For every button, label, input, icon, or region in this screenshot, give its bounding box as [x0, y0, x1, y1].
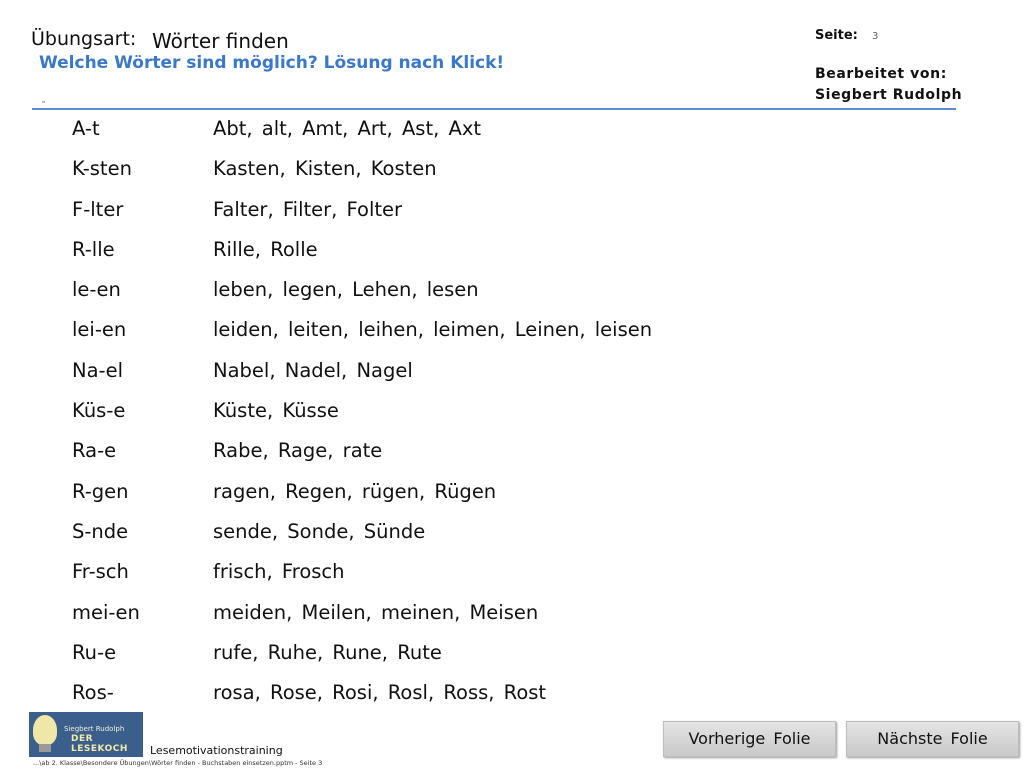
word-pattern: A-t — [72, 117, 100, 140]
word-pattern: Fr-sch — [72, 560, 129, 584]
word-pattern: Na-el — [72, 358, 123, 382]
word-pattern: mei-en — [72, 600, 140, 624]
exercise-row: Ra-e Rabe, Rage, rate — [72, 438, 832, 478]
word-solutions[interactable]: Nabel, Nadel, Nagel — [213, 358, 413, 384]
author-name: Siegbert Rudolph — [815, 87, 963, 103]
word-solutions[interactable]: rosa, Rose, Rosi, Rosl, Ross, Rost — [213, 680, 546, 706]
word-solutions[interactable]: Rabe, Rage, rate — [213, 438, 382, 464]
word-pattern: lei-en — [72, 318, 127, 342]
word-pattern: F-lter — [72, 197, 124, 221]
word-solutions[interactable]: meiden, Meilen, meinen, Meisen — [213, 600, 538, 626]
word-pattern: S-nde — [72, 519, 129, 543]
exercise-list: A-t Abt, alt, Amt, Art, Ast, Axt K-sten Kas… — [72, 116, 832, 720]
word-pattern: R-gen — [72, 479, 129, 503]
exercise-row: le-en leben, legen, Lehen, lesen — [72, 277, 832, 317]
exercise-row: Na-el Nabel, Nadel, Nagel — [72, 358, 832, 398]
exercise-row: S-nde sende, Sonde, Sünde — [72, 519, 832, 559]
word-solutions[interactable]: sende, Sonde, Sünde — [213, 519, 425, 545]
exercise-row: F-lter Falter, Filter, Folter — [72, 197, 832, 237]
word-solutions[interactable]: Rille, Rolle — [213, 237, 318, 263]
page-label: Seite: — [815, 28, 858, 43]
word-pattern: K-sten — [72, 157, 132, 181]
word-solutions[interactable]: rufe, Ruhe, Rune, Rute — [213, 640, 442, 666]
word-pattern: Ros- — [72, 681, 114, 705]
word-solutions[interactable]: Falter, Filter, Folter — [213, 197, 402, 223]
word-pattern: R-lle — [72, 237, 115, 261]
exercise-title: Wörter finden — [152, 29, 289, 53]
exercise-row: Küs-e Küste, Küsse — [72, 398, 832, 438]
exercise-row: R-gen ragen, Regen, rügen, Rügen — [72, 479, 832, 519]
word-solutions[interactable]: Küste, Küsse — [213, 398, 339, 424]
word-solutions[interactable]: Abt, alt, Amt, Art, Ast, Axt — [213, 116, 481, 142]
lightbulb-icon — [33, 715, 57, 745]
edited-by-label: Bearbeitet von: — [815, 66, 947, 82]
word-pattern: le-en — [72, 278, 121, 302]
exercise-type-label: Übungsart: — [31, 28, 137, 50]
word-pattern: Ru-e — [72, 640, 117, 664]
logo-author: Siegbert Rudolph — [64, 725, 125, 733]
exercise-row: lei-en leiden, leiten, leihen, leimen, Le… — [72, 317, 832, 357]
exercise-row: Ros-rosa, Rose, Rosi, Rosl, Ross, Rost — [72, 680, 832, 720]
leesekoch-logo: Siegbert Rudolph DER LESEKOCH — [29, 712, 143, 757]
word-solutions[interactable]: leiden, leiten, leihen, leimen, Leinen, … — [213, 317, 652, 343]
header-divider — [32, 108, 956, 110]
word-pattern: Küs-e — [72, 399, 126, 423]
footer-brand: Lesemotivationstraining — [150, 744, 283, 757]
word-pattern: Ra-e — [72, 439, 117, 463]
exercise-row: A-t Abt, alt, Amt, Art, Ast, Axt — [72, 116, 832, 156]
previous-slide-button[interactable]: Vorherige Folie — [663, 721, 836, 757]
page-number: 3 — [872, 31, 879, 42]
footer-file-path: ...\ab 2. Klasse\Besondere Übungen\Wörte… — [33, 759, 323, 767]
exercise-instruction: Welche Wörter sind möglich? Lösung nach … — [39, 53, 505, 73]
exercise-row: R-lle Rille, Rolle — [72, 237, 832, 277]
word-solutions[interactable]: Kasten, Kisten, Kosten — [213, 156, 437, 182]
word-solutions[interactable]: frisch, Frosch — [213, 559, 345, 585]
word-solutions[interactable]: leben, legen, Lehen, lesen — [213, 277, 479, 303]
word-solutions[interactable]: ragen, Regen, rügen, Rügen — [213, 479, 496, 505]
exercise-row: Fr-sch frisch, Frosch — [72, 559, 832, 599]
exercise-row: Ru-e rufe, Ruhe, Rune, Rute — [72, 640, 832, 680]
exercise-row: mei-en meiden, Meilen, meinen, Meisen — [72, 600, 832, 640]
exercise-row: K-sten Kasten, Kisten, Kosten — [72, 156, 832, 196]
decorative-dot — [42, 101, 45, 103]
logo-brand: DER LESEKOCH — [71, 734, 128, 754]
next-slide-button[interactable]: Nächste Folie — [846, 721, 1019, 757]
lightbulb-base-icon — [39, 744, 51, 752]
